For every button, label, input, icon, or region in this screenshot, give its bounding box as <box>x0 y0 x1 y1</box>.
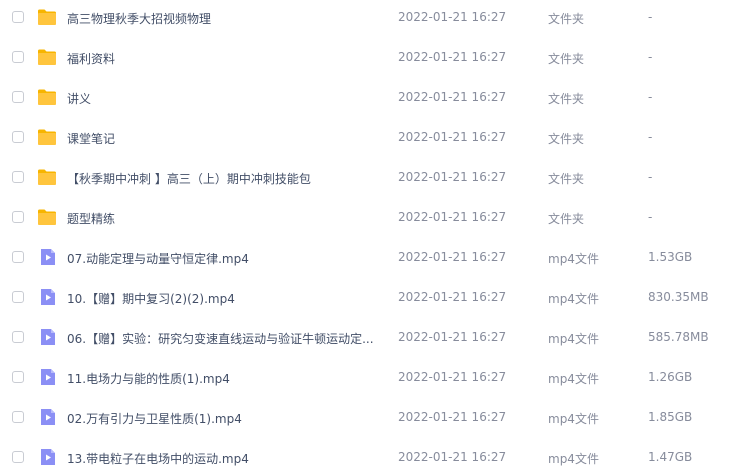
file-name[interactable]: 福利资料 <box>67 50 377 67</box>
file-size: - <box>648 170 653 184</box>
file-list: 高三物理秋季大招视频物理 2022-01-21 16:27 文件夹 - 福利资料 2022… <box>0 0 729 474</box>
modified-date: 2022-01-21 16:27 <box>398 370 507 384</box>
row-checkbox[interactable] <box>12 411 24 423</box>
modified-date: 2022-01-21 16:27 <box>398 210 507 224</box>
file-size: - <box>648 10 653 24</box>
file-name[interactable]: 02.万有引力与卫星性质(1).mp4 <box>67 410 377 427</box>
file-type: mp4文件 <box>548 372 599 386</box>
file-name[interactable]: 课堂笔记 <box>67 130 377 147</box>
video-file-icon <box>38 368 58 386</box>
file-name[interactable]: 06.【赠】实验：研究匀变速直线运动与验证牛顿运动定... <box>67 330 377 347</box>
file-type: mp4文件 <box>548 452 599 466</box>
folder-icon <box>37 208 57 226</box>
file-type: 文件夹 <box>548 12 585 26</box>
file-name[interactable]: 11.电场力与能的性质(1).mp4 <box>67 370 377 387</box>
row-checkbox[interactable] <box>12 371 24 383</box>
file-row[interactable]: 13.带电粒子在电场中的运动.mp4 2022-01-21 16:27 mp4文件 1… <box>0 437 729 474</box>
row-checkbox[interactable] <box>12 291 24 303</box>
modified-date: 2022-01-21 16:27 <box>398 250 507 264</box>
row-checkbox[interactable] <box>12 91 24 103</box>
row-checkbox[interactable] <box>12 331 24 343</box>
video-file-icon <box>38 408 58 426</box>
file-type: mp4文件 <box>548 292 599 306</box>
video-file-icon <box>38 248 58 266</box>
folder-icon <box>37 48 57 66</box>
file-row[interactable]: 07.动能定理与动量守恒定律.mp4 2022-01-21 16:27 mp4文件 1… <box>0 237 729 277</box>
file-size: 830.35MB <box>648 290 709 304</box>
folder-icon <box>37 88 57 106</box>
row-checkbox[interactable] <box>12 451 24 463</box>
folder-icon <box>37 128 57 146</box>
file-row[interactable]: 【秋季期中冲刺 】高三（上）期中冲刺技能包 2022-01-21 16:27 文件夹… <box>0 157 729 197</box>
file-row[interactable]: 题型精练 2022-01-21 16:27 文件夹 - <box>0 197 729 237</box>
file-name[interactable]: 07.动能定理与动量守恒定律.mp4 <box>67 250 377 267</box>
modified-date: 2022-01-21 16:27 <box>398 50 507 64</box>
video-file-icon <box>38 328 58 346</box>
file-row[interactable]: 02.万有引力与卫星性质(1).mp4 2022-01-21 16:27 mp4文件… <box>0 397 729 437</box>
file-row[interactable]: 高三物理秋季大招视频物理 2022-01-21 16:27 文件夹 - <box>0 0 729 37</box>
file-name[interactable]: 【秋季期中冲刺 】高三（上）期中冲刺技能包 <box>67 170 377 187</box>
file-name[interactable]: 13.带电粒子在电场中的运动.mp4 <box>67 450 377 467</box>
file-size: - <box>648 130 653 144</box>
modified-date: 2022-01-21 16:27 <box>398 410 507 424</box>
file-size: - <box>648 210 653 224</box>
file-name[interactable]: 10.【赠】期中复习(2)(2).mp4 <box>67 290 377 307</box>
file-row[interactable]: 11.电场力与能的性质(1).mp4 2022-01-21 16:27 mp4文件 1… <box>0 357 729 397</box>
row-checkbox[interactable] <box>12 131 24 143</box>
file-type: 文件夹 <box>548 92 585 106</box>
file-size: 1.53GB <box>648 250 693 264</box>
row-checkbox[interactable] <box>12 211 24 223</box>
row-checkbox[interactable] <box>12 251 24 263</box>
modified-date: 2022-01-21 16:27 <box>398 170 507 184</box>
modified-date: 2022-01-21 16:27 <box>398 10 507 24</box>
file-size: - <box>648 90 653 104</box>
modified-date: 2022-01-21 16:27 <box>398 290 507 304</box>
file-size: 1.26GB <box>648 370 693 384</box>
file-name[interactable]: 题型精练 <box>67 210 377 227</box>
file-size: 585.78MB <box>648 330 709 344</box>
file-size: - <box>648 50 653 64</box>
folder-icon <box>37 168 57 186</box>
modified-date: 2022-01-21 16:27 <box>398 450 507 464</box>
file-row[interactable]: 讲义 2022-01-21 16:27 文件夹 - <box>0 77 729 117</box>
folder-icon <box>37 8 57 26</box>
file-type: 文件夹 <box>548 212 585 226</box>
file-name[interactable]: 高三物理秋季大招视频物理 <box>67 10 377 27</box>
file-type: 文件夹 <box>548 132 585 146</box>
file-row[interactable]: 课堂笔记 2022-01-21 16:27 文件夹 - <box>0 117 729 157</box>
file-row[interactable]: 10.【赠】期中复习(2)(2).mp4 2022-01-21 16:27 mp4文… <box>0 277 729 317</box>
file-row[interactable]: 福利资料 2022-01-21 16:27 文件夹 - <box>0 37 729 77</box>
video-file-icon <box>38 448 58 466</box>
file-type: 文件夹 <box>548 172 585 186</box>
modified-date: 2022-01-21 16:27 <box>398 130 507 144</box>
file-size: 1.85GB <box>648 410 693 424</box>
file-type: mp4文件 <box>548 252 599 266</box>
row-checkbox[interactable] <box>12 11 24 23</box>
modified-date: 2022-01-21 16:27 <box>398 330 507 344</box>
video-file-icon <box>38 288 58 306</box>
row-checkbox[interactable] <box>12 171 24 183</box>
modified-date: 2022-01-21 16:27 <box>398 90 507 104</box>
file-type: mp4文件 <box>548 332 599 346</box>
file-row[interactable]: 06.【赠】实验：研究匀变速直线运动与验证牛顿运动定... 2022-01-21 … <box>0 317 729 357</box>
file-size: 1.47GB <box>648 450 693 464</box>
file-type: 文件夹 <box>548 52 585 66</box>
file-name[interactable]: 讲义 <box>67 90 377 107</box>
row-checkbox[interactable] <box>12 51 24 63</box>
file-type: mp4文件 <box>548 412 599 426</box>
